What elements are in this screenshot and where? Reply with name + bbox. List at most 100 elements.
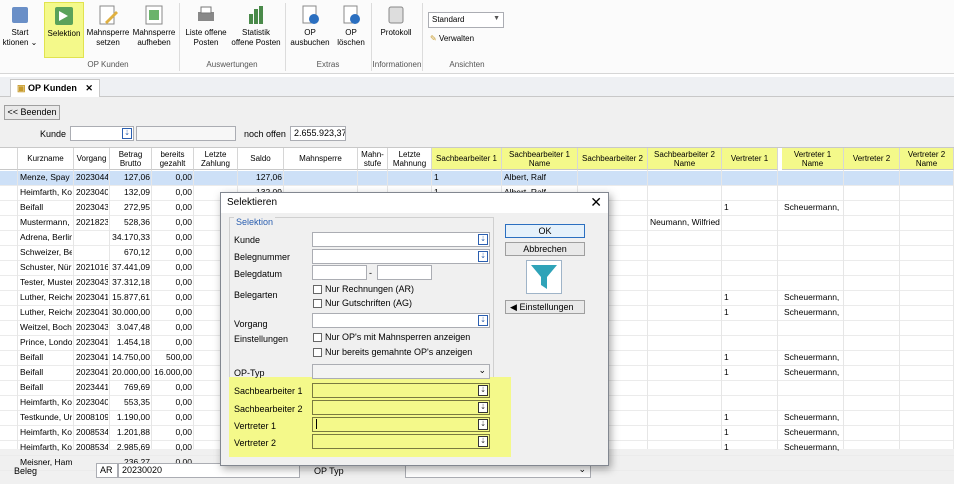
belegdatum-from-input[interactable] [312,265,367,280]
op-typ-label: OP-Typ [234,368,265,378]
vertreter-1-input[interactable]: ⇣ [312,417,490,432]
beenden-button[interactable]: << Beenden [4,105,60,120]
scroll-icon [388,6,404,24]
einstellungen-button[interactable]: ◀ Einstellungen [505,300,585,314]
chevron-down-icon: ▼ [493,15,500,22]
table-row[interactable]: Menze, Spay 20230444 127,06 0,00 127,06 1 Albe… [0,171,954,186]
vorgang-input[interactable]: ⇣ [312,313,490,328]
cell-v: 20230444 [76,172,108,182]
cell-v1n: Scheuermann, [784,352,840,362]
statistik-offene-posten-button[interactable]: Statistik offene Posten [230,2,282,58]
column-header[interactable]: Letzte Zahlung [194,148,238,170]
column-header[interactable]: Letzte Mahnung [388,148,432,170]
op-ausbuchen-button[interactable]: OP ausbuchen [288,2,332,58]
view-select[interactable]: Standard ▼ [428,12,504,28]
sachbearbeiter-2-input[interactable]: ⇣ [312,400,490,415]
column-header[interactable]: Sachbearbeiter 1 [432,148,502,170]
close-icon[interactable]: ✕ [85,83,93,93]
cell-g: 0,00 [175,442,192,452]
nur-gutschriften-label: Nur Gutschriften (AG) [325,298,413,308]
column-header[interactable]: Mahnsperre [284,148,358,170]
column-header[interactable]: Vorgang [74,148,110,170]
start-aktionen-button[interactable]: Start ktionen ⌄ [0,2,40,58]
cell-b: 20.000,00 [112,367,150,377]
lookup-icon[interactable]: ⇣ [478,402,488,413]
cell-v: 20218238 [76,217,108,227]
noch-offen-label: noch offen [244,129,286,139]
beleg-label: Beleg [14,466,38,476]
cell-k: Beifall [20,202,44,212]
kunde-input[interactable]: ⇣ [312,232,490,247]
chevron-down-icon: ⌄ [478,365,486,375]
vertreter-2-input[interactable]: ⇣ [312,434,490,449]
date-separator: - [369,268,372,278]
column-header[interactable]: Kurzname [18,148,74,170]
ok-button[interactable]: OK [505,224,585,238]
column-header[interactable]: Mahn- stufe [358,148,388,170]
cell-v: 20234410 [76,382,108,392]
protokoll-button[interactable]: Protokoll [374,2,418,58]
sachbearbeiter-1-input[interactable]: ⇣ [312,383,490,398]
cell-v: 20085347 [76,442,108,452]
op-typ-select[interactable]: ⌄ [312,364,490,379]
lookup-icon[interactable]: ⇣ [478,436,488,447]
cell-k: Prince, London [20,337,72,347]
column-header[interactable]: Sachbearbeiter 2 [578,148,648,170]
lookup-icon[interactable]: ⇣ [478,315,488,326]
verwalten-label: Verwalten [438,34,475,43]
lookup-icon[interactable]: ⇣ [122,128,132,139]
column-header[interactable]: Saldo [238,148,284,170]
selektion-button[interactable]: Selektion [44,2,84,58]
cell-b: 30.000,00 [112,307,150,317]
belegnummer-input[interactable]: ⇣ [312,249,490,264]
cell-v: 20210166 [76,262,108,272]
nur-gutschriften-checkbox[interactable] [313,299,322,308]
ribbon: Start ktionen ⌄ Selektion Mahnsperre set… [0,0,954,74]
gemahnt-checkbox[interactable] [313,348,322,357]
verwalten-button[interactable]: ✎ Verwalten [430,34,474,43]
mahnsperre-setzen-button[interactable]: Mahnsperre setzen [86,2,130,58]
group-ansichten: Ansichten [449,60,485,69]
cell-k: Weitzel, Bochu [20,322,72,332]
beleg-art-field[interactable]: AR [96,463,118,478]
cell-b: 132,09 [124,187,150,197]
abbrechen-button[interactable]: Abbrechen [505,242,585,256]
close-icon[interactable]: ✕ [590,194,602,211]
column-header[interactable]: Sachbearbeiter 2 Name [648,148,722,170]
mahnsperre-aufheben-button[interactable]: Mahnsperre aufheben [132,2,176,58]
column-header[interactable]: Betrag Brutto [110,148,152,170]
cell-g: 0,00 [175,232,192,242]
lookup-icon[interactable]: ⇣ [478,385,488,396]
lookup-icon[interactable]: ⇣ [478,234,488,245]
belegdatum-to-input[interactable] [377,265,432,280]
cell-g: 0,00 [175,277,192,287]
cell-s: 127,06 [256,172,282,182]
lookup-icon[interactable]: ⇣ [478,251,488,262]
column-header[interactable]: Vertreter 1 [722,148,778,170]
nur-rechnungen-checkbox[interactable] [313,285,322,294]
dialog-titlebar: Selektieren ✕ [221,193,608,213]
cell-g: 0,00 [175,217,192,227]
column-header[interactable]: bereits gezahlt [152,148,194,170]
group-informationen: Informationen [372,60,422,69]
column-header[interactable]: Vertreter 2 Name [900,148,954,170]
column-header[interactable]: Vertreter 2 [844,148,900,170]
filter-icon[interactable] [526,260,562,294]
cell-b: 3.047,48 [116,322,150,332]
column-header[interactable]: Sachbearbeiter 1 Name [502,148,578,170]
cell-k: Adrena, Berlin [20,232,72,242]
cell-v1n: Scheuermann, [784,367,840,377]
document-delete-icon [343,5,360,24]
dialog-title: Selektieren [227,197,278,208]
tab-label: OP Kunden [28,83,77,93]
op-loeschen-button[interactable]: OP löschen [334,2,368,58]
liste-offene-posten-button[interactable]: Liste offene Posten [182,2,230,58]
cell-v1n: Scheuermann, [784,427,840,437]
tab-op-kunden[interactable]: ▣ OP Kunden ✕ [10,79,100,97]
kunde-name-field [136,126,236,141]
lookup-icon[interactable]: ⇣ [478,419,488,430]
cell-v1: 1 [724,427,729,437]
mahnsperren-checkbox[interactable] [313,333,322,342]
column-header[interactable]: Vertreter 1 Name [782,148,844,170]
kunde-input[interactable]: ⇣ [70,126,134,141]
